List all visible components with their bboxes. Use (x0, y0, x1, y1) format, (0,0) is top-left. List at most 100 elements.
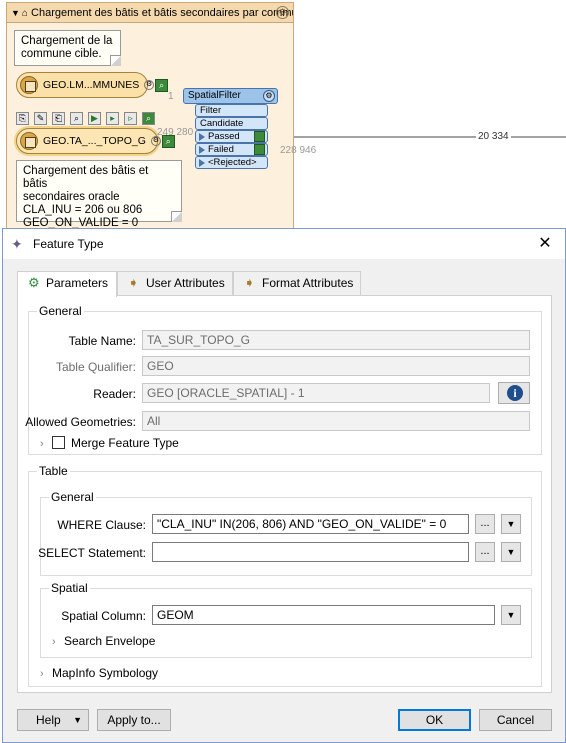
mapinfo-symbology-label: MapInfo Symbology (52, 666, 159, 680)
select-statement-dropdown[interactable]: ▼ (501, 542, 521, 562)
reader-ta-sur-topo[interactable]: GEO.TA_..._TOPO_G ⚙ ⌕ (16, 128, 175, 154)
gear-icon[interactable]: ⚙ (144, 80, 155, 91)
annotation-line: commune cible. (21, 48, 102, 60)
failed-output-count: 228 946 (280, 145, 317, 156)
reader-label: GEO.TA_..._TOPO_G (43, 135, 146, 147)
help-label: Help (36, 713, 61, 727)
ok-button[interactable]: OK (398, 709, 471, 731)
where-clause-label: WHERE Clause: (57, 518, 146, 532)
reader-info-button[interactable]: i (498, 382, 530, 404)
close-icon[interactable]: ✕ (533, 233, 557, 255)
cancel-button[interactable]: Cancel (479, 709, 552, 731)
select-statement-edit-button[interactable]: ... (475, 542, 495, 562)
inspect-icon[interactable] (254, 144, 265, 155)
dropdown-arrow-icon: ▼ (506, 610, 516, 620)
database-icon (20, 76, 38, 94)
where-clause-dropdown[interactable]: ▼ (501, 514, 521, 534)
transformer-gear-icon[interactable]: ⚙ (263, 90, 275, 102)
port-label: Passed (208, 131, 240, 142)
zoom-icon[interactable]: ⌕ (70, 112, 83, 125)
spatial-column-dropdown[interactable]: ▼ (501, 605, 521, 625)
reader-label: Reader: (93, 387, 136, 401)
tab-format-attributes[interactable]: ➧ Format Attributes (233, 271, 361, 295)
allowed-geometries-label: Allowed Geometries: (25, 415, 136, 429)
port-label: Failed (208, 144, 234, 155)
tab-label: User Attributes (146, 276, 225, 290)
tab-label: Parameters (46, 276, 109, 290)
apply-to-button[interactable]: Apply to... (97, 709, 171, 731)
table-qualifier-field[interactable]: GEO (142, 356, 530, 376)
annotation-line: Chargement des bâtis et bâtis (23, 165, 149, 190)
database-icon (20, 132, 38, 150)
dialog-titlebar[interactable]: ✦ Feature Type ✕ (3, 229, 565, 259)
port-label: Candidate (200, 118, 244, 129)
table-general-group: General (40, 490, 532, 576)
port-arrow-icon (199, 133, 205, 141)
paste-icon[interactable]: ⎗ (52, 112, 65, 125)
run-from-icon[interactable]: ▹ (124, 112, 137, 125)
dropdown-arrow-icon: ▼ (506, 547, 516, 557)
run-to-icon[interactable]: ▸ (106, 112, 119, 125)
table-name-label: Table Name: (68, 334, 136, 348)
tab-user-attributes[interactable]: ➧ User Attributes (117, 271, 233, 295)
group-title: General (37, 304, 84, 318)
arrow-right-icon: ➧ (244, 275, 255, 290)
table-name-field[interactable]: TA_SUR_TOPO_G (142, 330, 530, 350)
select-statement-label: SELECT Statement: (38, 546, 146, 560)
port-candidate[interactable]: Candidate (195, 117, 268, 130)
merge-feature-type-label: Merge Feature Type (71, 436, 179, 450)
dropdown-arrow-icon: ▼ (506, 519, 516, 529)
edit-icon[interactable]: ✎ (34, 112, 47, 125)
inspect-icon[interactable]: ⌕ (142, 112, 155, 125)
port-failed[interactable]: Failed (195, 143, 268, 156)
annotation-batis[interactable]: Chargement des bâtis et bâtis secondaire… (16, 160, 182, 229)
feature-type-icon: ✦ (11, 236, 23, 252)
run-icon[interactable]: ▶ (88, 112, 101, 125)
bookmark-title-bar[interactable]: ▼ ⌂ Chargement des bâtis et bâtis seconda… (7, 3, 293, 23)
bookmark-title: Chargement des bâtis et bâtis secondaire… (31, 7, 293, 19)
chevron-right-icon: › (40, 668, 44, 680)
annotation-commune[interactable]: Chargement de la commune cible. (14, 30, 121, 66)
bookmark-gear-icon[interactable]: ⚙ (276, 6, 289, 19)
passed-output-count: 20 334 (476, 131, 511, 142)
spatial-column-select[interactable]: GEOM (152, 605, 495, 625)
copy-icon[interactable]: ⎘ (16, 112, 29, 125)
port-arrow-icon (199, 159, 205, 167)
allowed-geometries-field[interactable]: All (142, 411, 530, 431)
reader-field[interactable]: GEO [ORACLE_SPATIAL] - 1 (142, 383, 490, 403)
port-label: <Rejected> (208, 157, 257, 168)
group-title: Table (37, 464, 70, 478)
arrow-right-icon: ➧ (128, 275, 139, 290)
merge-feature-type-toggle[interactable]: › Merge Feature Type (40, 436, 179, 450)
search-envelope-label: Search Envelope (64, 634, 156, 648)
select-statement-input[interactable] (152, 542, 469, 562)
port-rejected[interactable]: <Rejected> (195, 156, 268, 169)
mapinfo-symbology-toggle[interactable]: › MapInfo Symbology (40, 666, 158, 680)
annotation-line: Chargement de la (21, 35, 113, 47)
merge-feature-type-checkbox[interactable] (52, 436, 65, 449)
feature-type-dialog: ✦ Feature Type ✕ ⚙ Parameters ➧ User Att… (2, 228, 566, 743)
where-clause-edit-button[interactable]: ... (475, 514, 495, 534)
inspect-icon[interactable] (254, 131, 265, 142)
search-envelope-toggle[interactable]: › Search Envelope (52, 634, 155, 648)
inspect-icon[interactable]: ⌕ (155, 78, 169, 92)
port-passed[interactable]: Passed (195, 130, 268, 143)
chevron-right-icon: › (52, 636, 56, 648)
port-filter[interactable]: Filter (195, 104, 268, 117)
dropdown-arrow-icon: ▼ (73, 715, 82, 725)
parameters-panel: General Table Name: TA_SUR_TOPO_G Table … (17, 295, 552, 693)
spatialfilter-transformer[interactable]: SpatialFilter ⚙ (183, 88, 278, 104)
bookmark-icon: ⌂ (21, 8, 28, 19)
collapse-arrow-icon[interactable]: ▼ (11, 8, 20, 18)
spatial-column-label: Spatial Column: (61, 609, 146, 623)
help-button[interactable]: Help ▼ (17, 709, 89, 731)
filter-input-count: 1 (168, 91, 174, 102)
reader-communes[interactable]: GEO.LM...MMUNES ⚙ ⌕ (16, 72, 169, 98)
where-clause-input[interactable]: "CLA_INU" IN(206, 806) AND "GEO_ON_VALID… (152, 514, 469, 534)
port-arrow-icon (199, 146, 205, 154)
gear-icon: ⚙ (28, 275, 40, 290)
tab-parameters[interactable]: ⚙ Parameters (17, 271, 117, 297)
annotation-line: secondaires oracle (23, 191, 120, 203)
candidate-input-count: 249 280 (157, 127, 194, 138)
workbench-canvas[interactable]: ▼ ⌂ Chargement des bâtis et bâtis seconda… (0, 0, 566, 232)
